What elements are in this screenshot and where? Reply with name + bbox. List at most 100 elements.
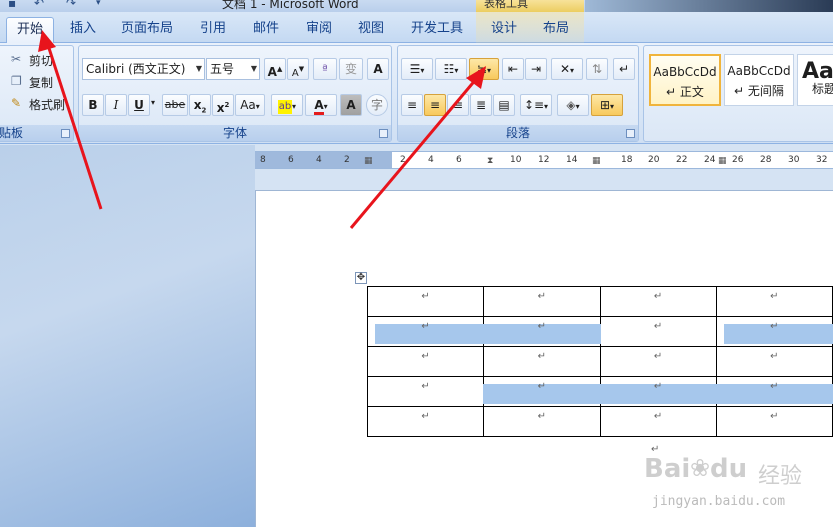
redo-icon[interactable]: ↷ [66, 0, 76, 10]
shading-button[interactable]: ◈▾ [557, 94, 589, 116]
table-cell[interactable]: ↵ [599, 286, 717, 317]
table-cell[interactable]: ↵ [483, 406, 601, 437]
change-case-button[interactable]: Aa▾ [235, 94, 265, 116]
scissors-icon[interactable]: ✂ [11, 52, 21, 66]
clipboard-group: ✂ 剪切 ❐ 复制 ✎ 格式刷 贴板 [0, 45, 74, 142]
table-column-marker-icon[interactable]: ▦ [592, 156, 601, 166]
grow-font-button[interactable]: A▲ [264, 58, 286, 80]
superscript-button[interactable]: x2 [212, 94, 234, 116]
table-cell[interactable]: ↵ [366, 286, 485, 317]
multilevel-list-button[interactable]: ≒▾ [469, 58, 499, 80]
highlight-color-button[interactable]: ab▾ [271, 94, 303, 116]
sort-button[interactable]: ⇅ [586, 58, 608, 80]
cut-button[interactable]: 剪切 [29, 52, 53, 69]
horizontal-ruler[interactable]: 8 6 4 2 ▦ 2 4 6 ⧗ 10 12 14 ▦ 18 20 22 24… [255, 151, 833, 169]
tab-view[interactable]: 视图 [350, 17, 392, 43]
style-normal-name: ↵ 正文 [666, 85, 704, 99]
font-launcher-icon[interactable] [379, 129, 388, 138]
align-center-button[interactable]: ≡ [424, 94, 446, 116]
format-painter-icon[interactable]: ✎ [11, 96, 21, 110]
table-cell-selected[interactable]: ↵ [483, 316, 601, 347]
quick-access-dropdown-icon[interactable]: ▾ [96, 0, 101, 8]
style-heading1[interactable]: Aa 标题 [797, 54, 833, 106]
tab-review[interactable]: 审阅 [298, 17, 340, 43]
tab-page-layout[interactable]: 页面布局 [114, 17, 180, 43]
table-cell[interactable]: ↵ [715, 406, 833, 437]
style-normal[interactable]: AaBbCcDd ↵ 正文 [649, 54, 721, 106]
table-cell-selected[interactable]: ↵ [483, 376, 601, 407]
font-name-combo[interactable]: Calibri (西文正文) ▼ [82, 58, 205, 80]
table-cell[interactable]: ↵ [366, 376, 485, 407]
tab-references[interactable]: 引用 [192, 17, 234, 43]
underline-dropdown-icon[interactable]: ▾ [151, 98, 155, 107]
paragraph-launcher-icon[interactable] [626, 129, 635, 138]
bold-button[interactable]: B [82, 94, 104, 116]
align-right-button[interactable]: ≡ [447, 94, 469, 116]
distributed-button[interactable]: ▤ [493, 94, 515, 116]
tab-developer[interactable]: 开发工具 [405, 17, 469, 43]
undo-icon[interactable]: ↶ [34, 0, 44, 10]
enclose-char-button[interactable]: 字 [366, 94, 388, 116]
table-cell-selected[interactable]: ↵ [366, 316, 485, 347]
table-cell[interactable]: ↵ [483, 346, 601, 377]
table-cell[interactable]: ↵ [366, 406, 485, 437]
document-table[interactable]: ↵ ↵ ↵ ↵ ↵ ↵ ↵ ↵ ↵ ↵ ↵ ↵ ↵ ↵ ↵ ↵ ↵ ↵ ↵ ↵ [366, 286, 833, 437]
ruler-label: 30 [788, 155, 800, 165]
numbering-button[interactable]: ☷▾ [435, 58, 467, 80]
table-cell[interactable]: ↵ [599, 406, 717, 437]
table-cell-selected[interactable]: ↵ [715, 376, 833, 407]
increase-indent-icon: ⇥ [530, 62, 542, 76]
table-cell[interactable]: ↵ [715, 346, 833, 377]
ruler-label: 4 [428, 155, 434, 165]
table-cell-selected[interactable]: ↵ [599, 376, 717, 407]
line-spacing-button[interactable]: ↕≡▾ [520, 94, 552, 116]
table-column-marker-icon[interactable]: ▦ [718, 156, 727, 166]
align-left-icon: ≡ [406, 98, 418, 112]
table-cell-selected[interactable]: ↵ [715, 316, 833, 347]
enclose-characters-icon[interactable]: 变 [339, 58, 363, 80]
tab-insert[interactable]: 插入 [62, 17, 104, 43]
underline-button[interactable]: U [128, 94, 150, 116]
ruler-label: 8 [260, 155, 266, 165]
borders-button[interactable]: ⊞▾ [591, 94, 623, 116]
font-color-button[interactable]: A▾ [305, 94, 337, 116]
shrink-font-button[interactable]: A▼ [287, 58, 309, 80]
table-cell[interactable]: ↵ [483, 286, 601, 317]
table-move-handle-icon[interactable]: ✥ [355, 272, 367, 284]
table-column-marker-icon[interactable]: ▦ [364, 156, 373, 166]
strikethrough-button[interactable]: abe [162, 94, 188, 116]
increase-indent-button[interactable]: ⇥ [525, 58, 547, 80]
character-border-button[interactable]: A [367, 58, 389, 80]
phonetic-guide-icon[interactable]: ª [313, 58, 337, 80]
italic-button[interactable]: I [105, 94, 127, 116]
chinese-layout-button[interactable]: ✕▾ [551, 58, 583, 80]
character-shading-button[interactable]: A [340, 94, 362, 116]
tab-layout[interactable]: 布局 [535, 17, 577, 43]
bullets-icon: ☰ [409, 62, 421, 76]
table-cell[interactable]: ↵ [599, 316, 717, 347]
align-left-button[interactable]: ≡ [401, 94, 423, 116]
style-no-spacing[interactable]: AaBbCcDd ↵ 无间隔 [724, 54, 794, 106]
decrease-indent-button[interactable]: ⇤ [502, 58, 524, 80]
indent-marker-icon[interactable]: ⧗ [487, 156, 493, 166]
table-cell[interactable]: ↵ [366, 346, 485, 377]
justify-button[interactable]: ≣ [470, 94, 492, 116]
copy-icon[interactable]: ❐ [11, 74, 22, 88]
ruler-label: 20 [648, 155, 660, 165]
clipboard-launcher-icon[interactable] [61, 129, 70, 138]
save-icon[interactable]: ▪ [8, 0, 16, 10]
format-painter-button[interactable]: 格式刷 [29, 96, 65, 113]
subscript-button[interactable]: x2 [189, 94, 211, 116]
font-size-combo[interactable]: 五号 ▼ [206, 58, 260, 80]
show-marks-button[interactable]: ↵ [613, 58, 635, 80]
table-cell[interactable]: ↵ [599, 346, 717, 377]
tab-home[interactable]: 开始 [6, 17, 54, 43]
tab-design[interactable]: 设计 [483, 17, 525, 43]
tab-mailings[interactable]: 邮件 [245, 17, 287, 43]
table-cell[interactable]: ↵ [715, 286, 833, 317]
distributed-icon: ▤ [498, 98, 510, 112]
font-size-dropdown-icon[interactable]: ▼ [251, 59, 257, 79]
bullets-button[interactable]: ☰▾ [401, 58, 433, 80]
font-name-dropdown-icon[interactable]: ▼ [196, 59, 202, 79]
copy-button[interactable]: 复制 [29, 74, 53, 91]
